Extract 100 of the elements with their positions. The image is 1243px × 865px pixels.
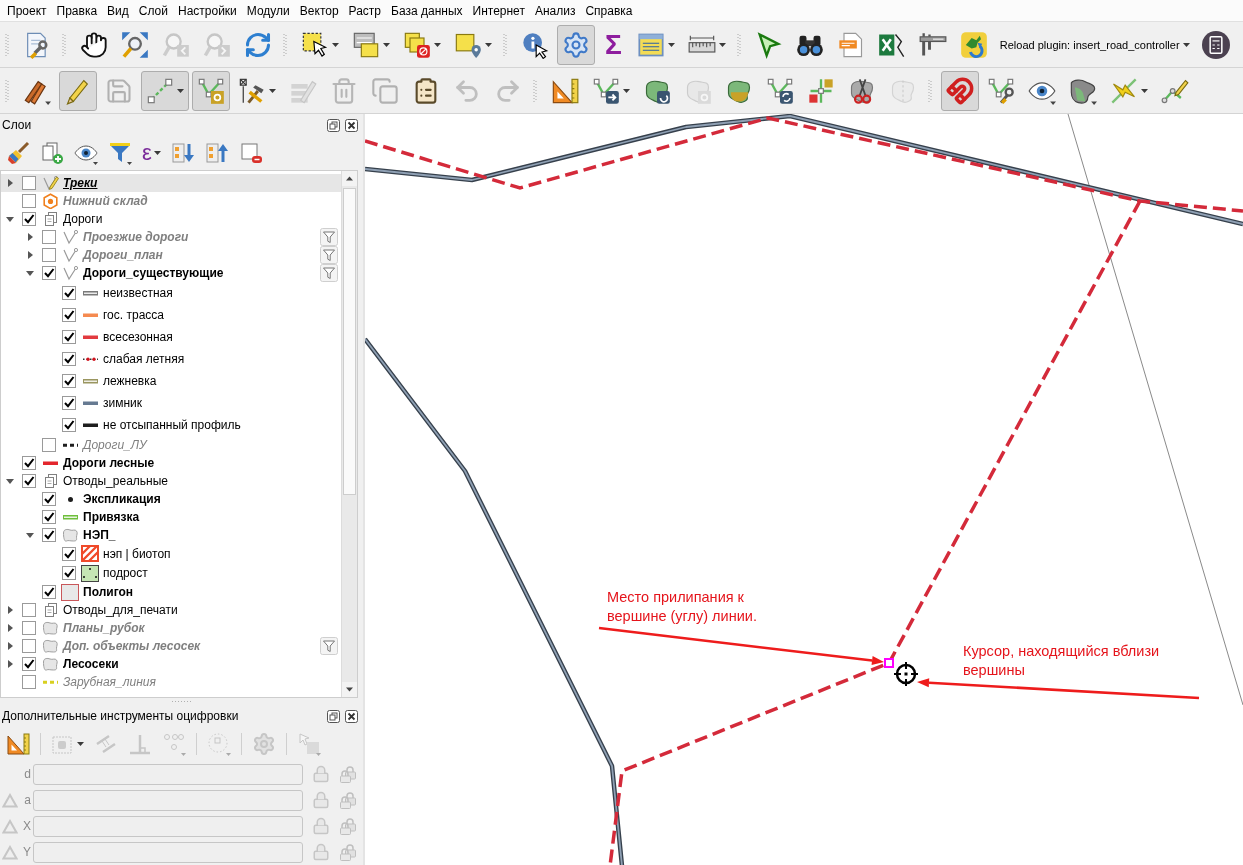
menu-item[interactable]: Растр (343, 1, 387, 20)
layer-row[interactable]: Экспликация (1, 490, 341, 508)
checkbox[interactable] (62, 286, 76, 300)
layer-row[interactable]: Дороги лесные (1, 454, 341, 472)
tool-button[interactable]: ε (138, 138, 165, 168)
layer-row[interactable]: НЭП_ (1, 526, 341, 544)
layer-row[interactable]: Доп. объекты лесосек (1, 637, 341, 655)
layer-row[interactable]: Проезжие дороги (1, 228, 341, 246)
caret-down-icon[interactable] (26, 531, 34, 539)
layer-row[interactable]: Лесосеки (1, 655, 341, 673)
checkbox[interactable] (22, 621, 36, 635)
checkbox[interactable] (62, 418, 76, 432)
checkbox[interactable] (22, 474, 36, 488)
arrow-down-icon[interactable] (342, 682, 357, 697)
checkbox[interactable] (62, 330, 76, 344)
checkbox[interactable] (42, 585, 56, 599)
layer-row[interactable]: не отсыпанный профиль (1, 414, 341, 436)
checkbox[interactable] (62, 566, 76, 581)
tool-button[interactable]: Σ (598, 24, 629, 65)
checkbox[interactable] (42, 230, 56, 244)
scrollbar-thumb[interactable] (343, 188, 356, 496)
checkbox[interactable] (22, 456, 36, 470)
checkbox[interactable] (22, 675, 36, 689)
checkbox[interactable] (22, 176, 36, 190)
layer-row[interactable]: Планы_рубок (1, 619, 341, 637)
caret-down-icon[interactable] (26, 269, 34, 277)
layer-row[interactable]: всесезонная (1, 326, 341, 348)
grip-icon[interactable] (533, 79, 537, 102)
checkbox[interactable] (62, 308, 76, 322)
checkbox[interactable] (22, 657, 36, 671)
menu-item[interactable]: Вектор (294, 1, 344, 20)
float-icon[interactable] (327, 709, 340, 723)
arrow-up-icon[interactable] (342, 171, 357, 186)
layer-row[interactable]: Дороги_ЛУ (1, 436, 341, 454)
caret-down-icon[interactable] (6, 477, 14, 485)
checkbox[interactable] (62, 546, 76, 561)
checkbox[interactable] (22, 194, 36, 208)
layer-row[interactable]: Дороги_план (1, 246, 341, 264)
layer-row[interactable]: слабая летняя (1, 348, 341, 370)
checkbox[interactable] (42, 510, 56, 524)
layer-row[interactable]: гос. трасса (1, 304, 341, 326)
checkbox[interactable] (42, 492, 56, 506)
caret-right-icon[interactable] (26, 251, 34, 259)
menu-item[interactable]: Интернет (467, 1, 530, 20)
grip-icon[interactable] (5, 79, 9, 102)
menu-item[interactable]: Модули (241, 1, 295, 20)
layer-row[interactable]: Привязка (1, 508, 341, 526)
layer-row[interactable]: Зарубная_линия (1, 673, 341, 691)
menu-item[interactable]: Настройки (173, 1, 242, 20)
checkbox[interactable] (42, 438, 56, 452)
splitter-grip-icon[interactable] (171, 700, 192, 703)
map-canvas[interactable]: Место прилипания к вершине (углу) линии. Курсор, находящийся вблизи вершины (365, 114, 1243, 865)
checkbox[interactable] (42, 266, 56, 280)
layer-row[interactable]: Дороги (1, 210, 341, 228)
checkbox[interactable] (22, 639, 36, 653)
float-icon[interactable] (327, 118, 340, 132)
menu-item[interactable]: База данных (386, 1, 468, 20)
layer-row[interactable]: лежневка (1, 370, 341, 392)
layer-row[interactable]: Полигон (1, 583, 341, 601)
filter-indicator-icon[interactable] (320, 228, 338, 246)
menu-item[interactable]: Правка (51, 1, 103, 20)
layer-row[interactable]: неизвестная (1, 282, 341, 304)
filter-indicator-icon[interactable] (320, 246, 338, 264)
checkbox[interactable] (22, 603, 36, 617)
filter-indicator-icon[interactable] (320, 637, 338, 655)
layer-row[interactable]: Треки (1, 174, 341, 192)
layer-row[interactable]: подрост (1, 563, 341, 583)
layer-row[interactable]: зимник (1, 392, 341, 414)
caret-right-icon[interactable] (26, 233, 34, 241)
checkbox[interactable] (22, 212, 36, 226)
grip-icon[interactable] (283, 33, 287, 56)
checkbox[interactable] (42, 248, 56, 262)
checkbox[interactable] (62, 352, 76, 366)
caret-right-icon[interactable] (6, 179, 14, 187)
caret-right-icon[interactable] (6, 660, 14, 668)
menu-item[interactable]: Справка (580, 1, 638, 20)
grip-icon[interactable] (928, 79, 932, 102)
checkbox[interactable] (62, 374, 76, 388)
checkbox[interactable] (42, 528, 56, 542)
layer-row[interactable]: Дороги_существующие (1, 264, 341, 282)
menu-item[interactable]: Анализ (529, 1, 581, 20)
grip-icon[interactable] (5, 33, 9, 56)
checkbox[interactable] (62, 396, 76, 410)
menu-item[interactable]: Слой (133, 1, 173, 20)
layer-row[interactable]: Нижний склад (1, 192, 341, 210)
close-icon[interactable] (345, 709, 358, 723)
caret-right-icon[interactable] (6, 624, 14, 632)
grip-icon[interactable] (62, 33, 66, 56)
tool-button[interactable]: Reload plugin: insert_road_controller (995, 24, 1194, 65)
scrollbar[interactable] (341, 171, 357, 697)
menu-item[interactable]: Проект (2, 1, 52, 20)
filter-indicator-icon[interactable] (320, 264, 338, 282)
grip-icon[interactable] (503, 33, 507, 56)
grip-icon[interactable] (736, 33, 741, 56)
close-icon[interactable] (345, 118, 358, 132)
layer-row[interactable]: Отводы_реальные (1, 472, 341, 490)
caret-right-icon[interactable] (6, 606, 14, 614)
layer-row[interactable]: нэп | биотоп (1, 544, 341, 564)
layer-row[interactable]: Отводы_для_печати (1, 601, 341, 619)
caret-down-icon[interactable] (6, 215, 14, 223)
